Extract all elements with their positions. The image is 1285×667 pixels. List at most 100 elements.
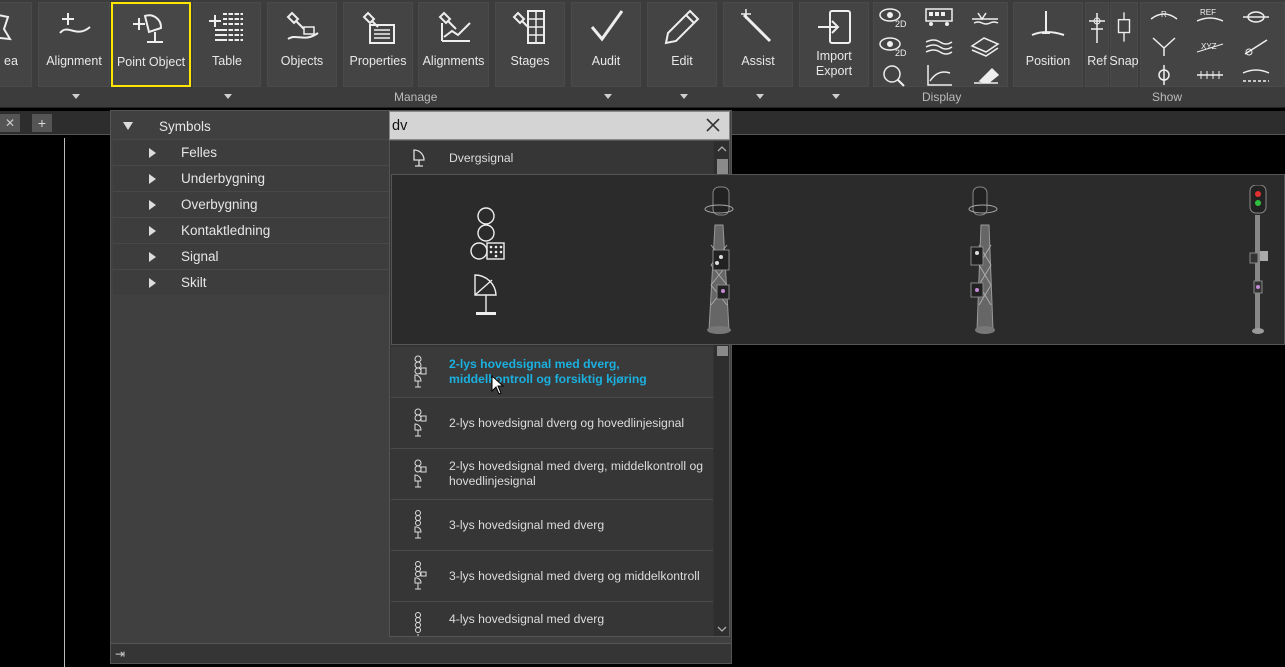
list-item[interactable]: 4-lys hovedsignal med dverg: [391, 602, 713, 636]
list-item[interactable]: 3-lys hovedsignal med dverg og middelkon…: [391, 551, 713, 602]
properties-icon: [362, 11, 395, 44]
snap-icon: [1117, 12, 1131, 42]
new-tab-icon[interactable]: +: [32, 114, 52, 132]
assist-dropdown-arrow[interactable]: [756, 94, 764, 99]
xyz-icon[interactable]: XYZ: [1195, 34, 1225, 58]
expand-right-icon[interactable]: [149, 173, 156, 184]
profile-axis-icon[interactable]: [924, 63, 954, 87]
water-level-icon[interactable]: [970, 5, 1000, 29]
main-signal-icon: [391, 551, 449, 601]
edit-button[interactable]: Edit: [647, 2, 717, 87]
scroll-thumb[interactable]: [717, 159, 728, 175]
audit-label: Audit: [591, 54, 621, 68]
expand-right-icon[interactable]: [149, 225, 156, 236]
list-item[interactable]: 3-lys hovedsignal med dverg: [391, 500, 713, 551]
group-label-display: Display: [922, 90, 962, 104]
link-icon[interactable]: [1241, 5, 1271, 29]
expand-right-icon[interactable]: [149, 277, 156, 288]
eye-2d-icon[interactable]: 2D: [878, 5, 908, 29]
pencil-icon: [664, 9, 700, 45]
point-object-button[interactable]: Point Object: [111, 2, 191, 87]
stages-label: Stages: [510, 54, 550, 68]
train-icon[interactable]: [924, 5, 954, 29]
properties-label: Properties: [349, 54, 407, 68]
snap-label: Snap: [1109, 54, 1139, 68]
result-label: 2-lys hovedsignal med dverg, middelkontr…: [449, 459, 704, 488]
symbol-tree: Symbols Felles Underbygning Overbygning …: [113, 113, 389, 295]
table-button[interactable]: Table: [193, 2, 261, 87]
audit-dropdown-arrow[interactable]: [604, 94, 612, 99]
pin-icon[interactable]: ⇥: [115, 647, 125, 661]
snap-button[interactable]: Snap: [1109, 2, 1139, 87]
scroll-up-icon[interactable]: [717, 145, 727, 153]
tree-item-overbygning[interactable]: Overbygning: [113, 191, 389, 217]
edit-label: Edit: [671, 54, 693, 68]
assist-button[interactable]: Assist: [723, 2, 793, 87]
main-signal-icon: [391, 500, 449, 550]
tree-item-felles[interactable]: Felles: [113, 139, 389, 165]
tree-item-kontaktledning[interactable]: Kontaktledning: [113, 217, 389, 243]
objects-button[interactable]: Objects: [267, 2, 337, 87]
edit-dropdown-arrow[interactable]: [680, 94, 688, 99]
list-item[interactable]: Dvergsignal: [391, 141, 713, 176]
import-export-button[interactable]: Import Export: [799, 2, 869, 87]
tree-root-symbols[interactable]: Symbols: [113, 113, 389, 139]
area-button[interactable]: ea: [0, 2, 32, 87]
tree-item-signal[interactable]: Signal: [113, 243, 389, 269]
viewport-divider: [64, 138, 65, 667]
result-label: 3-lys hovedsignal med dverg og middelkon…: [449, 568, 700, 583]
tree-item-label: Overbygning: [181, 197, 258, 212]
ref-label-icon[interactable]: REF: [1195, 5, 1225, 29]
expand-down-icon[interactable]: [123, 122, 133, 130]
result-label: 3-lys hovedsignal med dverg: [449, 517, 605, 532]
area-icon: [0, 14, 12, 41]
scroll-down-icon[interactable]: [717, 625, 727, 633]
pole-icon[interactable]: [1149, 63, 1179, 87]
scroll-thumb-lower[interactable]: [717, 346, 728, 356]
ref-button[interactable]: Ref: [1085, 2, 1109, 87]
objects-label: Objects: [280, 54, 324, 68]
signal-3d-view-front: [704, 186, 734, 334]
audit-icon: [590, 10, 624, 42]
list-item[interactable]: 2-lys hovedsignal dverg og hovedlinjesig…: [391, 398, 713, 449]
table-dropdown-arrow[interactable]: [224, 94, 232, 99]
eraser-icon[interactable]: [970, 63, 1000, 87]
result-label: 2-lys hovedsignal med dverg, middelkontr…: [449, 357, 647, 386]
surface-icon[interactable]: [970, 34, 1000, 58]
table-icon: [209, 11, 243, 43]
radius-icon[interactable]: R: [1149, 5, 1179, 29]
zoom-icon[interactable]: [878, 63, 908, 87]
eye-2d-alt-icon[interactable]: 2D: [878, 34, 908, 58]
tree-item-underbygning[interactable]: Underbygning: [113, 165, 389, 191]
alignment-dropdown-arrow[interactable]: [72, 94, 80, 99]
main-signal-icon: [391, 449, 449, 499]
list-item[interactable]: 2-lys hovedsignal med dverg, middelkontr…: [391, 347, 713, 398]
tree-item-label: Signal: [181, 249, 219, 264]
search-input[interactable]: [392, 114, 692, 138]
assist-label: Assist: [741, 54, 775, 68]
expand-right-icon[interactable]: [149, 199, 156, 210]
list-item[interactable]: 2-lys hovedsignal med dverg, middelkontr…: [391, 449, 713, 500]
layers-icon[interactable]: [924, 34, 954, 58]
properties-button[interactable]: Properties: [343, 2, 413, 87]
ref-icon: [1089, 13, 1105, 43]
expand-right-icon[interactable]: [149, 251, 156, 262]
expand-right-icon[interactable]: [149, 147, 156, 158]
track-icon[interactable]: [1195, 63, 1225, 87]
tree-item-skilt[interactable]: Skilt: [113, 269, 389, 295]
measure-icon[interactable]: [1241, 34, 1271, 58]
point-object-icon: [133, 14, 163, 43]
svg-text:2D: 2D: [895, 48, 907, 58]
alignments-button[interactable]: Alignments: [418, 2, 489, 87]
audit-button[interactable]: Audit: [571, 2, 641, 87]
import-export-dropdown-arrow[interactable]: [832, 94, 840, 99]
main-signal-icon: [391, 347, 449, 397]
stages-button[interactable]: Stages: [495, 2, 565, 87]
close-tab-icon[interactable]: ✕: [0, 114, 20, 132]
position-button[interactable]: Position: [1013, 2, 1083, 87]
alignment-button[interactable]: Alignment: [38, 2, 110, 87]
clear-search-icon[interactable]: [703, 115, 723, 135]
dashed-line-icon[interactable]: [1241, 63, 1271, 87]
svg-text:2D: 2D: [895, 19, 907, 29]
switch-icon[interactable]: [1149, 34, 1179, 58]
